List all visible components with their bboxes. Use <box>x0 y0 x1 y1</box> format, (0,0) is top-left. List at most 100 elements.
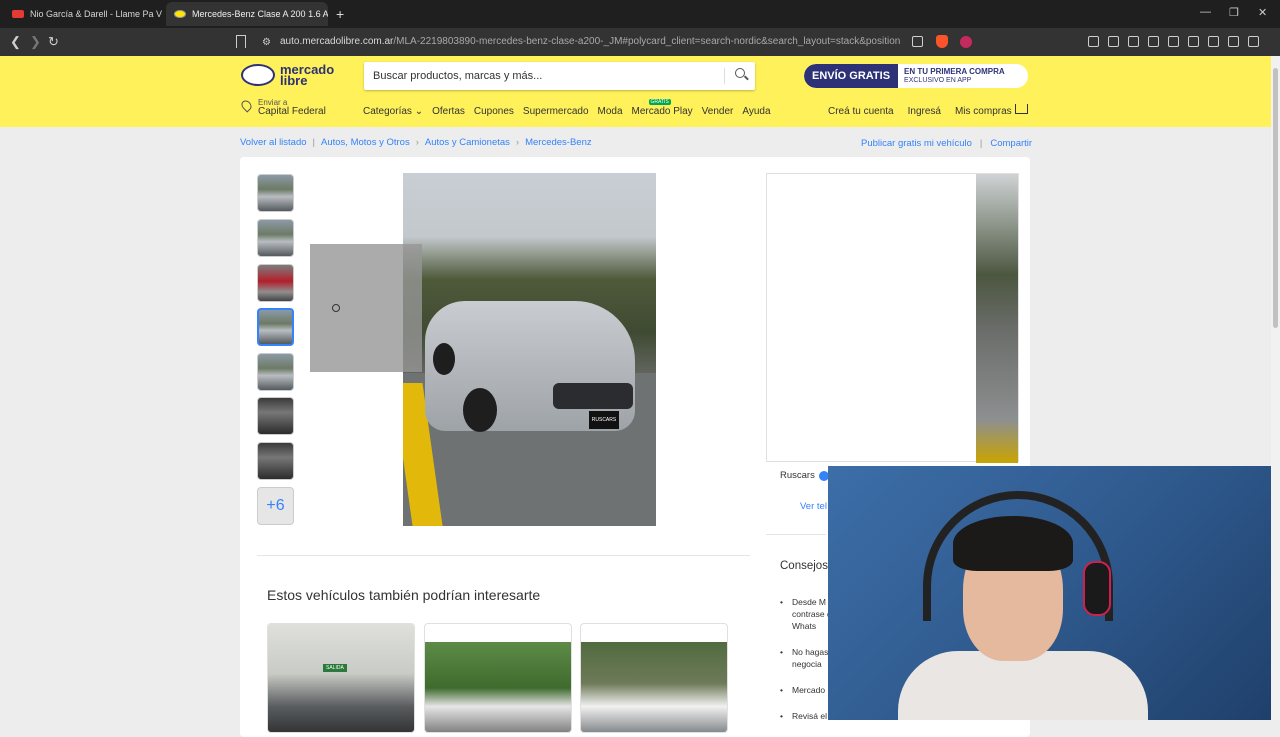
search-box <box>364 62 755 90</box>
screenshot-icon[interactable] <box>1128 36 1139 47</box>
breadcrumb-autos-motos[interactable]: Autos, Motos y Otros <box>321 137 410 148</box>
recommended-vehicle-2[interactable] <box>424 623 572 733</box>
ai-icon[interactable] <box>1208 36 1219 47</box>
restore-icon[interactable]: ❐ <box>1229 6 1239 19</box>
forward-icon[interactable]: ❯ <box>30 34 41 50</box>
promo-line-1: EN TU PRIMERA COMPRA <box>904 67 1005 76</box>
thumbnail-7[interactable] <box>257 442 294 480</box>
music-icon[interactable] <box>1148 36 1159 47</box>
vpn-icon[interactable] <box>1228 36 1239 47</box>
headphone-cup <box>1083 561 1111 616</box>
site-settings-icon[interactable]: ⚙ <box>262 37 271 48</box>
free-shipping-banner[interactable]: ENVÍO GRATIS EN TU PRIMERA COMPRA EXCLUS… <box>804 64 1028 88</box>
chevron-down-icon: ⌄ <box>414 106 424 117</box>
divider: | <box>979 138 983 149</box>
page-scrollbar[interactable] <box>1271 56 1280 720</box>
recommended-vehicle-1[interactable]: SALIDA <box>267 623 415 733</box>
my-purchases-link[interactable]: Mis compras <box>955 106 1012 117</box>
breadcrumb-autos-camionetas[interactable]: Autos y Camionetas <box>425 137 510 148</box>
zoom-icon <box>332 304 340 312</box>
search-input[interactable] <box>364 62 724 90</box>
puzzle-icon[interactable] <box>1108 36 1119 47</box>
thumbnail-5[interactable] <box>257 353 294 391</box>
seller-info[interactable]: Ruscars <box>780 470 829 481</box>
more-photos-button[interactable]: +6 <box>257 487 294 525</box>
thumbnail-4[interactable] <box>257 308 294 346</box>
share-link[interactable]: Compartir <box>990 138 1032 149</box>
search-icon[interactable] <box>735 68 745 78</box>
divider <box>257 555 750 556</box>
tab-title: Nio García & Darell - Llame Pa Ve <box>30 9 162 19</box>
divider <box>766 534 826 535</box>
vehicle-photo <box>581 642 727 732</box>
cart-icon[interactable] <box>1015 104 1028 114</box>
thumbnail-1[interactable] <box>257 174 294 212</box>
extension-icon[interactable] <box>1088 36 1099 47</box>
zoom-lens <box>310 244 422 372</box>
share-icon[interactable] <box>912 36 923 47</box>
youtube-icon <box>12 10 24 18</box>
vehicle-photo <box>425 642 571 732</box>
reload-icon[interactable]: ↻ <box>48 34 59 50</box>
vehicle-photo <box>268 624 414 732</box>
brave-shields-icon[interactable] <box>936 35 948 48</box>
nav-vender[interactable]: Vender <box>702 106 734 117</box>
chevron-right-icon: › <box>415 137 419 148</box>
tab-youtube[interactable]: Nio García & Darell - Llame Pa Ve <box>4 2 162 26</box>
handshake-icon <box>241 64 275 86</box>
scrollbar-thumb[interactable] <box>1273 68 1278 328</box>
menu-icon[interactable] <box>1248 36 1259 47</box>
new-tab-icon[interactable]: + <box>336 6 344 22</box>
location-pin-icon <box>239 98 254 113</box>
url-field[interactable]: auto.mercadolibre.com.ar/MLA-2219803890-… <box>280 36 900 47</box>
delivery-location[interactable]: Enviar a Capital Federal <box>239 98 326 117</box>
url-host: auto.mercadolibre.com.ar <box>280 36 394 47</box>
extensions-toolbar <box>1088 36 1259 47</box>
site-header: mercado libre ENVÍO GRATIS EN TU PRIMERA… <box>0 56 1280 127</box>
thumbnail-2[interactable] <box>257 219 294 257</box>
minimize-icon[interactable]: — <box>1200 6 1211 18</box>
sidebar-icon[interactable] <box>1168 36 1179 47</box>
create-account-link[interactable]: Creá tu cuenta <box>828 106 894 117</box>
recommendations-title: Estos vehículos también podrían interesa… <box>267 587 541 603</box>
photo-wheel <box>463 388 497 432</box>
close-window-icon[interactable]: ✕ <box>1258 6 1267 19</box>
back-icon[interactable]: ❮ <box>10 34 21 50</box>
seller-name: Ruscars <box>780 470 815 481</box>
back-to-list-link[interactable]: Volver al listado <box>240 137 307 148</box>
brave-rewards-icon[interactable] <box>960 36 972 48</box>
login-link[interactable]: Ingresá <box>908 106 941 117</box>
main-nav: Categorías ⌄ Ofertas Cupones Supermercad… <box>363 99 771 117</box>
bookmark-icon[interactable] <box>236 35 246 48</box>
listing-actions: Publicar gratis mi vehículo | Compartir <box>861 138 1032 149</box>
mercadolibre-favicon-icon <box>174 10 186 18</box>
nav-categorias[interactable]: Categorías ⌄ <box>363 106 423 117</box>
tab-mercadolibre[interactable]: Mercedes-Benz Clase A 200 1.6 A ✕ <box>166 2 328 26</box>
zoom-preview-panel <box>766 173 1019 463</box>
browser-tab-bar: Nio García & Darell - Llame Pa Ve Merced… <box>0 0 1280 28</box>
nav-cupones[interactable]: Cupones <box>474 106 514 117</box>
thumbnail-3[interactable] <box>257 264 294 302</box>
main-photo[interactable]: RUSCARS <box>403 173 656 526</box>
promo-badge: ENVÍO GRATIS <box>804 64 899 88</box>
photo-wheel <box>433 343 455 375</box>
publish-vehicle-link[interactable]: Publicar gratis mi vehículo <box>861 138 972 149</box>
nav-ofertas[interactable]: Ofertas <box>432 106 465 117</box>
mercadolibre-logo[interactable]: mercado libre <box>241 63 334 87</box>
browser-address-bar: ❮ ❯ ↻ ⚙ auto.mercadolibre.com.ar/MLA-221… <box>0 28 1280 56</box>
wallet-icon[interactable] <box>1188 36 1199 47</box>
thumbnail-6[interactable] <box>257 397 294 435</box>
nav-moda[interactable]: Moda <box>598 106 623 117</box>
nav-mercado-play[interactable]: GRATIS Mercado Play <box>632 99 693 117</box>
search-divider <box>724 68 725 84</box>
url-path: /MLA-2219803890-mercedes-benz-clase-a200… <box>393 36 900 47</box>
photo-plate: RUSCARS <box>589 411 619 429</box>
nav-supermercado[interactable]: Supermercado <box>523 106 589 117</box>
breadcrumb-mercedes[interactable]: Mercedes-Benz <box>525 137 592 148</box>
see-phone-link[interactable]: Ver tel <box>800 501 827 512</box>
nav-ayuda[interactable]: Ayuda <box>742 106 770 117</box>
deliver-city: Capital Federal <box>258 106 326 117</box>
recommended-vehicle-3[interactable] <box>580 623 728 733</box>
tab-title: Mercedes-Benz Clase A 200 1.6 A <box>192 9 328 19</box>
gratis-badge: GRATIS <box>648 99 671 105</box>
